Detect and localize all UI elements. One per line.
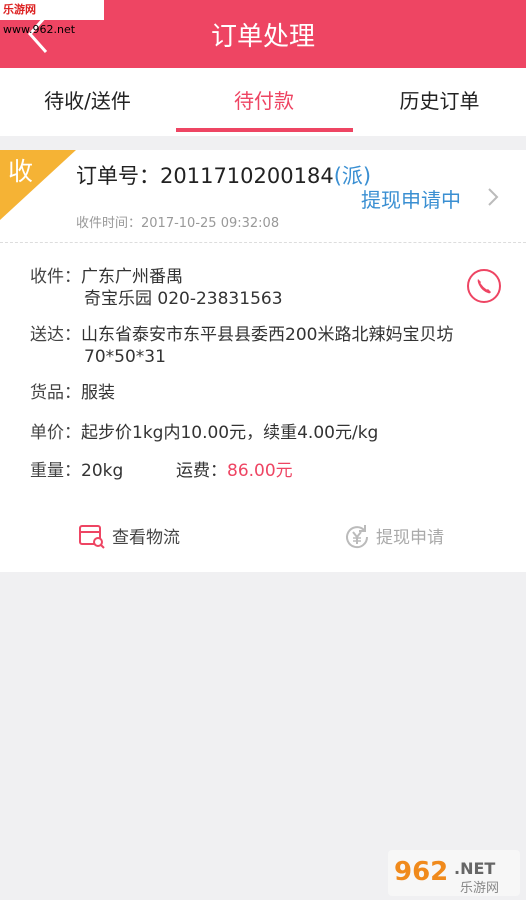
receive-address: 收件：广东广州番禺 奇宝乐园 020-23831563 — [30, 267, 283, 309]
order-number: 订单号：2011710200184(派) — [76, 164, 372, 188]
chevron-right-icon[interactable] — [486, 186, 500, 208]
svg-text:962: 962 — [394, 857, 448, 887]
goods-info: 货品：服装 — [30, 383, 115, 403]
page-title: 订单处理 — [210, 22, 315, 52]
active-tab-indicator — [176, 128, 353, 132]
app-header: 订单处理 乐游网 www.962.net — [0, 0, 526, 68]
unit-price: 单价：起步价1kg内10.00元，续重4.00元/kg — [30, 423, 379, 443]
yuan-refresh-icon — [346, 525, 369, 549]
phone-icon[interactable] — [466, 268, 502, 304]
divider — [0, 242, 526, 243]
order-type-badge: 收 — [8, 157, 34, 186]
deliver-address: 送达：山东省泰安市东平县县委西200米路北辣妈宝贝坊 70*50*31 — [30, 325, 454, 367]
svg-text:.NET: .NET — [454, 859, 495, 878]
weight-fee: 重量：20kg 运费：86.00元 — [30, 461, 293, 481]
svg-text:乐游网: 乐游网 — [460, 881, 499, 896]
watermark-logo: 962 .NET 乐游网 — [388, 850, 520, 896]
logistics-icon — [79, 525, 105, 549]
tab-pending-pickup[interactable]: 待收/送件 — [0, 68, 175, 136]
tab-pending-payment[interactable]: 待付款 — [175, 68, 353, 136]
order-card[interactable]: 收 订单号：2011710200184(派) 收件时间：2017-10-25 0… — [0, 150, 526, 572]
order-status[interactable]: 提现申请中 — [361, 184, 461, 213]
watermark-top: 乐游网 www.962.net — [0, 0, 104, 36]
receive-time: 收件时间：2017-10-25 09:32:08 — [76, 216, 280, 231]
shipping-fee: 86.00元 — [227, 461, 293, 481]
tab-bar: 待收/送件 待付款 历史订单 — [0, 68, 526, 136]
tab-history-orders[interactable]: 历史订单 — [353, 68, 526, 136]
